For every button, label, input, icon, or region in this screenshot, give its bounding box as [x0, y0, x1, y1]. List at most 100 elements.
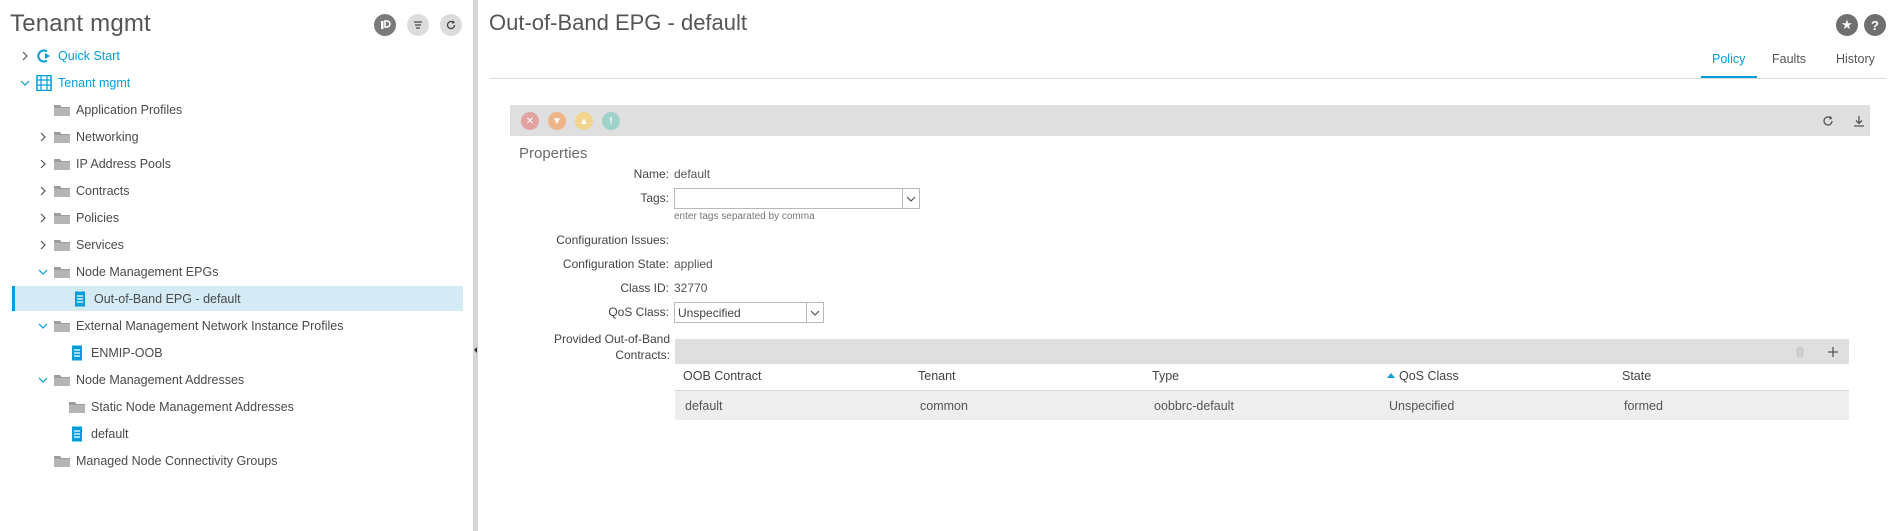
column-header-type[interactable]: Type [1152, 369, 1179, 383]
tree-item-contracts[interactable]: Contracts [12, 178, 463, 203]
class-id-value: 32770 [674, 281, 708, 295]
download-icon[interactable] [1851, 113, 1867, 129]
tree-label: ENMIP-OOB [91, 345, 163, 360]
tab-faults[interactable]: Faults [1772, 52, 1806, 66]
tree-label: Policies [76, 210, 120, 225]
chevron-down-icon[interactable] [37, 374, 49, 386]
tree-item-networking[interactable]: Networking [12, 124, 463, 149]
folder-icon [53, 156, 71, 172]
folder-icon [53, 129, 71, 145]
tree-item-tenant-mgmt[interactable]: Tenant mgmt [12, 70, 463, 95]
document-icon [68, 345, 86, 361]
page-title: Out-of-Band EPG - default [489, 10, 748, 35]
delete-icon[interactable] [1792, 344, 1808, 360]
tree-label: default [91, 426, 129, 441]
qos-class-select[interactable]: Unspecified [674, 302, 824, 323]
chevron-right-icon[interactable] [37, 185, 49, 197]
chevron-right-icon[interactable] [37, 158, 49, 170]
tree-label: Quick Start [58, 48, 120, 63]
column-header-label: QoS Class [1399, 369, 1459, 383]
tags-hint: enter tags separated by comma [674, 211, 815, 222]
chevron-down-icon[interactable] [19, 77, 31, 89]
qos-class-selected: Unspecified [678, 306, 741, 320]
sort-ascending-icon [1387, 373, 1395, 378]
tree-item-default[interactable]: default [12, 421, 463, 446]
properties-heading: Properties [519, 145, 588, 162]
tree-item-ip-address-pools[interactable]: IP Address Pools [12, 151, 463, 176]
tree-item-node-management-addresses[interactable]: Node Management Addresses [12, 367, 463, 392]
chevron-right-icon[interactable] [37, 131, 49, 143]
tab-history[interactable]: History [1836, 52, 1875, 66]
tab-divider [490, 78, 1886, 79]
chevron-right-icon[interactable] [37, 212, 49, 224]
help-icon[interactable]: ? [1864, 14, 1886, 36]
tree-item-enmip-oob[interactable]: ENMIP-OOB [12, 340, 463, 365]
tenant-icon [35, 74, 53, 91]
work-pane: Out-of-Band EPG - default ★ ? Policy Fau… [478, 0, 1898, 531]
folder-icon [53, 264, 71, 280]
tree-item-quick-start[interactable]: Quick Start [12, 43, 463, 68]
tree-item-external-management-network-instance-profiles[interactable]: External Management Network Instance Pro… [12, 313, 463, 338]
quick-start-icon [35, 48, 53, 64]
contracts-toolbar [675, 339, 1849, 364]
tree-item-services[interactable]: Services [12, 232, 463, 257]
tags-input[interactable] [674, 188, 920, 209]
tree-label: Application Profiles [76, 102, 183, 117]
chevron-down-icon[interactable] [37, 320, 49, 332]
refresh-icon[interactable] [1820, 113, 1836, 129]
tab-policy[interactable]: Policy [1712, 52, 1745, 66]
column-header-oob-contract[interactable]: OOB Contract [683, 369, 762, 383]
cell-qos-class: Unspecified [1389, 399, 1455, 413]
configuration-state-label: Configuration State: [562, 257, 669, 271]
table-row[interactable]: default common oobbrc-default Unspecifie… [675, 390, 1849, 420]
cell-state: formed [1624, 399, 1663, 413]
tree-label: Tenant mgmt [58, 75, 131, 90]
column-header-state[interactable]: State [1622, 369, 1651, 383]
tenant-info-icon[interactable] [374, 14, 396, 36]
chevron-right-icon[interactable] [19, 50, 31, 62]
critical-fault-icon[interactable]: ✕ [521, 112, 539, 130]
folder-icon [53, 183, 71, 199]
major-fault-icon[interactable]: ▼ [548, 112, 566, 130]
cell-oob-contract: default [685, 399, 723, 413]
class-id-label: Class ID: [620, 281, 669, 295]
tree-label: Networking [76, 129, 139, 144]
navigation-title: Tenant mgmt [10, 10, 151, 37]
collapse-arrow-icon[interactable] [474, 347, 477, 353]
cell-type: oobbrc-default [1154, 399, 1234, 413]
tree-item-out-of-band-epg-default[interactable]: Out-of-Band EPG - default [12, 286, 463, 311]
tree-label: Contracts [76, 183, 130, 198]
folder-icon [53, 372, 71, 388]
chevron-down-icon[interactable] [806, 303, 823, 322]
add-icon[interactable] [1825, 344, 1841, 360]
name-value: default [674, 167, 711, 181]
filter-menu-icon[interactable] [407, 14, 429, 36]
chevron-right-icon[interactable] [37, 239, 49, 251]
folder-icon [53, 102, 71, 118]
column-header-qos-class[interactable]: QoS Class [1387, 369, 1459, 383]
warning-fault-icon[interactable]: ! [602, 112, 620, 130]
tree-item-static-node-management-addresses[interactable]: Static Node Management Addresses [12, 394, 463, 419]
refresh-icon[interactable] [440, 14, 462, 36]
column-header-tenant[interactable]: Tenant [918, 369, 956, 383]
chevron-down-icon[interactable] [37, 266, 49, 278]
tree-label: Services [76, 237, 124, 252]
document-icon [68, 426, 86, 442]
tree-item-policies[interactable]: Policies [12, 205, 463, 230]
folder-icon [53, 453, 71, 469]
qos-class-label: QoS Class: [608, 305, 669, 319]
tree-item-node-management-epgs[interactable]: Node Management EPGs [12, 259, 463, 284]
navigation-pane: Tenant mgmt Quick Start Tenant mgmt Appl… [0, 0, 473, 531]
tree-label: Managed Node Connectivity Groups [76, 453, 278, 468]
folder-icon [68, 399, 86, 415]
tree-label: IP Address Pools [76, 156, 171, 171]
document-icon [71, 291, 89, 307]
star-icon[interactable]: ★ [1836, 14, 1858, 36]
tree-item-managed-node-connectivity-groups[interactable]: Managed Node Connectivity Groups [12, 448, 463, 473]
tree-label: Out-of-Band EPG - default [94, 291, 241, 306]
tree-item-application-profiles[interactable]: Application Profiles [12, 97, 463, 122]
folder-icon [53, 237, 71, 253]
configuration-issues-label: Configuration Issues: [556, 233, 669, 247]
chevron-down-icon[interactable] [902, 189, 919, 208]
minor-fault-icon[interactable]: ▲ [575, 112, 593, 130]
